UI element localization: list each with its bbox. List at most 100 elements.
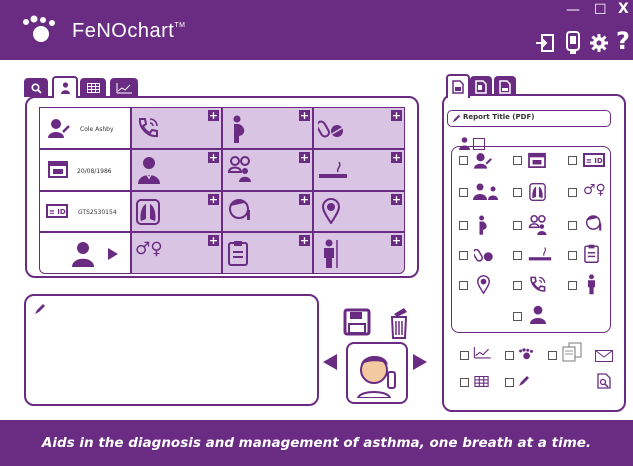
- add-button[interactable]: +: [208, 110, 219, 121]
- report-checkbox-height[interactable]: [568, 281, 577, 290]
- grid-cell-height[interactable]: +: [313, 232, 405, 274]
- report-checkbox-doctor[interactable]: [513, 312, 522, 321]
- add-button[interactable]: +: [208, 235, 219, 246]
- help-icon[interactable]: ?: [616, 27, 630, 55]
- tab-search[interactable]: [24, 78, 48, 97]
- grid-cell-female-patient[interactable]: +: [222, 191, 313, 232]
- tab-chart[interactable]: [110, 78, 138, 97]
- patient-id-cell[interactable]: ≡ ID GTS2530154: [39, 191, 131, 232]
- add-button[interactable]: +: [208, 152, 219, 163]
- sign-in-icon[interactable]: [535, 33, 555, 53]
- minimize-button[interactable]: —: [566, 2, 580, 18]
- db-icon: [499, 80, 511, 94]
- clipboard-icon: [228, 241, 248, 266]
- report-checkbox-chart[interactable]: [460, 351, 469, 360]
- add-button[interactable]: +: [299, 110, 310, 121]
- svg-text:≡ ID: ≡ ID: [586, 157, 603, 165]
- gender-icon: ♂♀: [583, 182, 606, 198]
- gear-icon[interactable]: [589, 33, 609, 53]
- tab-table[interactable]: [80, 78, 106, 97]
- smoking-icon: [528, 247, 552, 261]
- grid-cell-clipboard[interactable]: +: [222, 232, 313, 274]
- pregnancy-icon: [233, 115, 245, 143]
- grid-cell-gender[interactable]: + ♂♀: [131, 232, 222, 274]
- add-button[interactable]: +: [299, 194, 310, 205]
- calendar-icon: [528, 152, 546, 168]
- add-button[interactable]: +: [391, 110, 402, 121]
- app-footer: Aids in the diagnosis and management of …: [0, 420, 633, 466]
- physician-icon: [138, 157, 160, 184]
- report-checkbox-family[interactable]: [513, 221, 522, 230]
- grid-cell-physician[interactable]: +: [131, 149, 222, 191]
- grid-cell-lungs[interactable]: +: [131, 191, 222, 232]
- report-checkbox-phone[interactable]: [513, 281, 522, 290]
- patient-dob: 20/08/1986: [77, 168, 112, 175]
- lungs-icon: [529, 183, 546, 201]
- save-icon[interactable]: [343, 308, 371, 336]
- preview-icon[interactable]: [597, 373, 611, 389]
- pdf-icon: [452, 80, 464, 94]
- device-icon[interactable]: [565, 31, 581, 55]
- grid-cell-phone[interactable]: +: [131, 107, 222, 149]
- chart-icon: [116, 82, 132, 93]
- next-arrow-icon[interactable]: [413, 354, 427, 370]
- notes-panel[interactable]: [24, 294, 319, 406]
- clinician-avatar[interactable]: [346, 342, 408, 404]
- maximize-button[interactable]: ☐: [594, 2, 607, 18]
- report-checkbox-id[interactable]: [568, 156, 577, 165]
- grid-cell-pregnancy[interactable]: +: [222, 107, 313, 149]
- pills-icon: [474, 248, 493, 262]
- id-card-icon: ≡ ID: [583, 153, 605, 167]
- add-button[interactable]: +: [391, 235, 402, 246]
- clipboard-icon: [584, 244, 599, 263]
- patient-name-cell[interactable]: Cole Ashby: [39, 107, 131, 149]
- smoking-icon: [319, 161, 347, 178]
- report-checkbox-gender[interactable]: [568, 188, 577, 197]
- grid-cell-location[interactable]: +: [313, 191, 405, 232]
- report-checkbox-table[interactable]: [460, 378, 469, 387]
- patient-id: GTS2530154: [78, 209, 117, 216]
- add-button[interactable]: +: [299, 152, 310, 163]
- patient-dob-cell[interactable]: 20/08/1986: [39, 149, 131, 191]
- female-patient-icon: [585, 215, 602, 231]
- chart-icon: [473, 347, 491, 359]
- add-button[interactable]: +: [208, 194, 219, 205]
- report-checkbox-clipboard[interactable]: [568, 251, 577, 260]
- report-title-field[interactable]: Report Title (PDF): [447, 110, 611, 127]
- clinician-icon: [356, 355, 396, 398]
- report-checkbox-pregnancy[interactable]: [459, 221, 468, 230]
- add-button[interactable]: +: [391, 194, 402, 205]
- report-checkbox-documents[interactable]: [548, 351, 557, 360]
- height-icon: [588, 274, 595, 295]
- female-patient-icon: [229, 199, 250, 220]
- tab-pdf[interactable]: [446, 74, 470, 98]
- family-icon: [528, 215, 547, 235]
- gender-icon: ♂♀: [135, 239, 163, 259]
- report-checkbox-location[interactable]: [459, 281, 468, 290]
- email-icon[interactable]: [595, 350, 613, 362]
- report-checkbox-lungs[interactable]: [513, 188, 522, 197]
- report-checkbox-patient-name[interactable]: [459, 156, 468, 165]
- close-button[interactable]: X: [618, 1, 629, 17]
- location-icon: [322, 198, 340, 224]
- add-button[interactable]: +: [299, 235, 310, 246]
- tab-patient[interactable]: [52, 76, 78, 98]
- arrow-right-icon[interactable]: [108, 248, 118, 260]
- report-checkbox-dob[interactable]: [513, 156, 522, 165]
- location-icon: [477, 275, 490, 294]
- report-checkbox-medication[interactable]: [459, 251, 468, 260]
- previous-arrow-icon[interactable]: [323, 354, 337, 370]
- report-checkbox-smoking[interactable]: [513, 251, 522, 260]
- report-checkbox-notes[interactable]: [505, 378, 514, 387]
- report-checkbox-female-patient[interactable]: [568, 221, 577, 230]
- delete-icon[interactable]: [386, 305, 412, 339]
- report-checkbox-logo[interactable]: [505, 351, 514, 360]
- doctor-next-cell[interactable]: [39, 232, 131, 274]
- grid-cell-family[interactable]: +: [222, 149, 313, 191]
- search-icon: [30, 82, 42, 94]
- logo-dots-icon: [519, 348, 533, 360]
- grid-cell-smoking[interactable]: +: [313, 149, 405, 191]
- add-button[interactable]: +: [391, 152, 402, 163]
- report-checkbox-physician[interactable]: [459, 188, 468, 197]
- grid-cell-medication[interactable]: +: [313, 107, 405, 149]
